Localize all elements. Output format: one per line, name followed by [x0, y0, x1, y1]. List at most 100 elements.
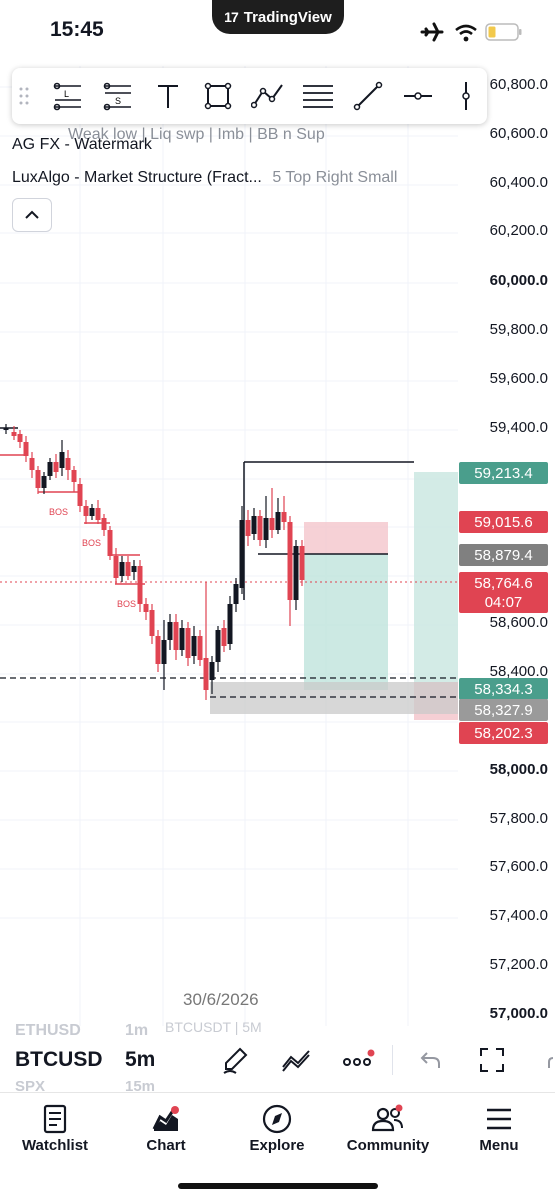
candle-body — [113, 556, 119, 578]
candle-body — [161, 640, 167, 664]
candle-body — [77, 484, 83, 506]
tab-menu[interactable]: Menu — [449, 1093, 549, 1163]
bos-label: BOS — [82, 538, 101, 548]
candle-body — [293, 546, 299, 600]
status-time: 15:45 — [50, 18, 104, 41]
text-tool-icon[interactable] — [150, 78, 186, 114]
candle-body — [83, 506, 89, 516]
vertical-line-tool-icon[interactable] — [448, 78, 484, 114]
candle-body — [131, 566, 137, 572]
indicator-market-structure[interactable]: LuxAlgo - Market Structure (Fract... 5 T… — [12, 169, 397, 187]
svg-text:L: L — [64, 89, 69, 99]
indicator-market-structure-name: LuxAlgo - Market Structure (Fract... — [12, 169, 262, 186]
candle-body — [107, 530, 113, 556]
candle-body — [251, 516, 257, 534]
drag-handle-icon[interactable] — [14, 78, 34, 114]
redo-button[interactable] — [535, 1040, 555, 1080]
candle-body — [101, 518, 107, 530]
tradingview-badge: 17 TradingView — [212, 0, 344, 34]
tab-explore[interactable]: Explore — [227, 1093, 327, 1163]
more-dots-icon — [343, 1049, 375, 1066]
candle-body — [269, 518, 275, 530]
interval-selector[interactable]: 5m — [125, 1048, 155, 1072]
bos-label: BOS — [117, 599, 136, 609]
airplane-icon — [420, 22, 444, 42]
candle-body — [203, 658, 209, 690]
candle-body — [89, 508, 95, 516]
price-axis-label: 60,600.0 — [489, 125, 548, 142]
price-axis-label: 60,400.0 — [489, 174, 548, 191]
price-axis-label: 60,800.0 — [489, 76, 548, 93]
fvg-zone — [210, 682, 458, 714]
candle-body — [41, 476, 47, 488]
fullscreen-button[interactable] — [472, 1040, 512, 1080]
tab-watchlist[interactable]: Watchlist — [5, 1093, 105, 1163]
candle-body — [299, 546, 305, 580]
price-axis-label: 59,400.0 — [489, 419, 548, 436]
horizontal-line-tool-icon[interactable] — [400, 78, 436, 114]
candle-body — [29, 458, 35, 470]
tab-community-label: Community — [346, 1137, 430, 1154]
stop-loss-zone — [304, 522, 388, 554]
fullscreen-icon — [480, 1048, 504, 1072]
candle-body — [227, 604, 233, 644]
price-axis-label: 59,800.0 — [489, 321, 548, 338]
tab-community[interactable]: Community — [338, 1093, 438, 1163]
candle-body — [65, 458, 71, 470]
compass-icon — [262, 1104, 292, 1134]
indicators-icon — [282, 1050, 310, 1072]
candle-body — [281, 512, 287, 522]
candle-body — [239, 520, 245, 588]
indicator-watermark[interactable]: AG FX - Watermark — [12, 136, 152, 154]
candle-body — [263, 518, 269, 540]
candle-body — [191, 636, 197, 656]
price-axis-label: 57,400.0 — [489, 907, 548, 924]
candle-body — [233, 584, 239, 604]
symbol-selector[interactable]: BTCUSD — [15, 1048, 103, 1072]
brush-icon — [223, 1047, 248, 1074]
battery-icon — [485, 23, 522, 41]
candle-body — [275, 512, 281, 530]
path-tool-icon[interactable] — [250, 78, 286, 114]
long-position-tool-icon[interactable]: L — [50, 78, 86, 114]
candle-body — [125, 562, 131, 576]
indicators-button[interactable] — [277, 1040, 317, 1080]
candle-body — [119, 562, 125, 576]
price-tag: 58,202.3 — [459, 722, 548, 744]
candle-body — [53, 462, 59, 472]
wifi-icon — [455, 24, 477, 42]
ghost-interval-above: 1m — [125, 1022, 149, 1039]
tab-menu-label: Menu — [479, 1137, 519, 1154]
price-axis-label: 57,600.0 — [489, 858, 548, 875]
tab-chart[interactable]: Chart — [116, 1093, 216, 1163]
candle-body — [215, 630, 221, 662]
candle-body — [257, 516, 263, 540]
candle-body — [173, 622, 179, 650]
short-position-tool-icon[interactable]: S — [100, 78, 136, 114]
tradingview-logo: 17 — [224, 9, 239, 25]
candle-body — [185, 628, 191, 658]
status-icons — [420, 22, 522, 42]
drawing-brush-button[interactable] — [215, 1040, 255, 1080]
price-tag: 04:07 — [459, 591, 548, 613]
fib-retracement-tool-icon[interactable] — [300, 78, 336, 114]
undo-icon — [420, 1052, 440, 1068]
trend-line-tool-icon[interactable] — [350, 78, 386, 114]
price-tag: 59,213.4 — [459, 462, 548, 484]
rectangle-tool-icon[interactable] — [200, 78, 236, 114]
candle-body — [47, 462, 53, 476]
home-indicator — [178, 1183, 378, 1189]
more-options-button[interactable] — [338, 1040, 378, 1080]
tab-watchlist-label: Watchlist — [21, 1137, 89, 1154]
price-axis-label: 57,800.0 — [489, 810, 548, 827]
collapse-legend-button[interactable] — [12, 198, 52, 232]
ghost-pair-above: BTCUSDT | 5M — [165, 1019, 262, 1035]
chevron-up-icon — [25, 210, 39, 219]
price-axis-label: 59,600.0 — [489, 370, 548, 387]
position-zone-right — [414, 472, 458, 682]
undo-button[interactable] — [410, 1040, 450, 1080]
candle-body — [149, 610, 155, 636]
candle-body — [287, 522, 293, 600]
candle-body — [71, 470, 77, 482]
tab-chart-label: Chart — [146, 1137, 186, 1154]
